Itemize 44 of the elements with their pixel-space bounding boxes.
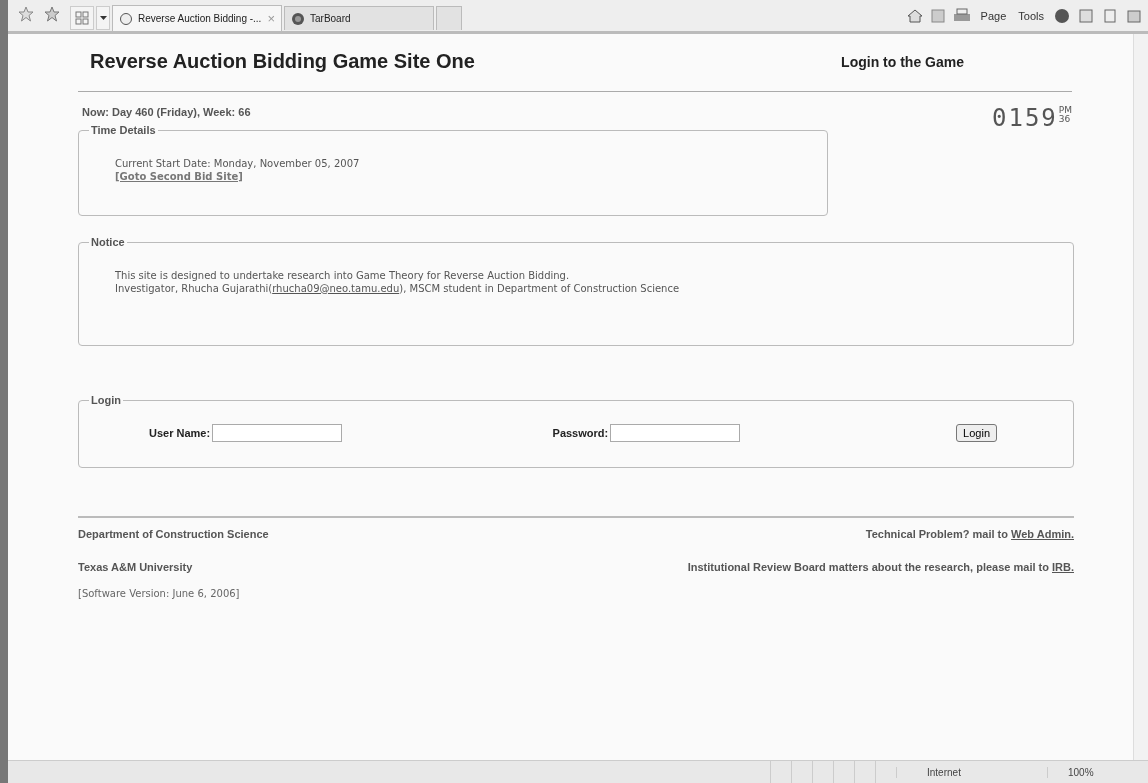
globe-icon xyxy=(291,11,305,26)
zoom-level[interactable]: 100% xyxy=(1047,766,1148,778)
site-title: Reverse Auction Bidding Game Site One xyxy=(90,50,475,73)
investigator-text: Investigator, Rhucha Gujarathi(rhucha09@neo.tamu.edu), MSCM student in Department of Construction Science xyxy=(115,282,681,295)
notice-text: This site is designed to undertake research into Game Theory for Reverse Auction Bidding. xyxy=(115,270,571,283)
tab-label: TarBoard xyxy=(310,13,351,24)
panel-legend: Login xyxy=(89,394,123,406)
print-icon[interactable] xyxy=(952,7,971,24)
clock-ampm: PM xyxy=(1058,106,1072,115)
user-name-field[interactable] xyxy=(212,424,343,442)
email-link[interactable]: rhucha09@neo.tamu.edu xyxy=(272,282,400,294)
toolbar-menu-button[interactable]: Tools xyxy=(1016,9,1046,22)
panel-legend: Notice xyxy=(89,236,127,248)
browser-tab[interactable]: TarBoard xyxy=(284,6,434,30)
login-heading: Login to the Game xyxy=(841,53,964,72)
irb-text: Institutional Review Board matters about the research, please mail to IRB. xyxy=(687,561,1074,573)
start-date-text: Current Start Date: Monday, November 05, 2007 xyxy=(115,158,361,171)
irb-link[interactable]: IRB. xyxy=(1052,561,1074,573)
page-icon xyxy=(119,11,133,26)
tech-problem-text: Technical Problem? mail to Web Admin. xyxy=(865,528,1074,540)
favorites-star-icon[interactable] xyxy=(18,6,34,22)
tab-label: Reverse Auction Bidding -... xyxy=(138,13,262,24)
caret-icon xyxy=(99,15,107,21)
clock-time: 0159 xyxy=(992,106,1058,130)
add-favorite-star-icon[interactable] xyxy=(44,6,60,22)
grid-icon xyxy=(75,11,89,25)
university-text: Texas A&M University xyxy=(78,561,193,573)
second-site-link[interactable]: [Goto Second Bid Site] xyxy=(115,170,243,182)
clock-seconds: 36 xyxy=(1058,115,1072,124)
browser-tab[interactable]: Reverse Auction Bidding -... × xyxy=(112,5,282,31)
web-admin-link[interactable]: Web Admin. xyxy=(1011,528,1074,540)
software-version-text: [Software Version: June 6, 2006] xyxy=(78,588,241,599)
password-label: Password: xyxy=(552,427,609,439)
login-button[interactable]: Login xyxy=(956,424,997,442)
toolbar-menu-button[interactable]: Page xyxy=(978,9,1009,22)
user-name-label: User Name: xyxy=(149,427,211,439)
department-text: Department of Construction Science xyxy=(78,528,269,540)
password-field[interactable] xyxy=(610,424,741,442)
new-tab-button[interactable] xyxy=(436,6,462,30)
home-icon[interactable] xyxy=(906,7,923,24)
scrollbar[interactable] xyxy=(1133,34,1148,760)
panel-legend: Time Details xyxy=(89,124,158,136)
zone-indicator: Internet xyxy=(896,766,1047,778)
tab-list-dropdown[interactable] xyxy=(96,6,110,30)
